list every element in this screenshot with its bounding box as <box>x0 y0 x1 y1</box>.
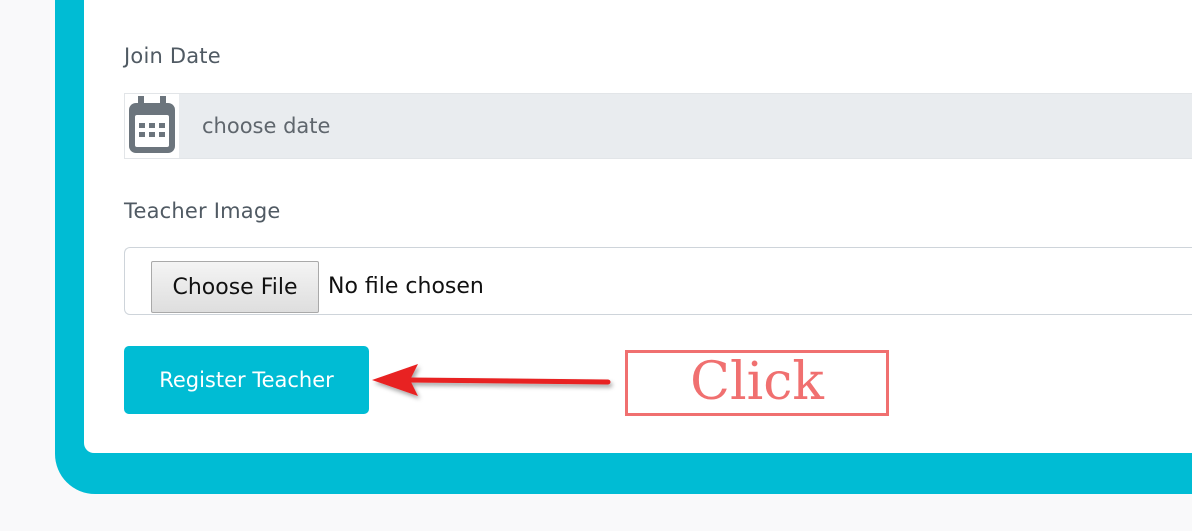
annotation-arrow-icon <box>372 364 611 396</box>
join-date-label: Join Date <box>124 44 221 68</box>
join-date-group <box>124 93 1192 159</box>
join-date-input[interactable] <box>180 94 1192 158</box>
teacher-image-file-input[interactable]: Choose File No file chosen <box>124 247 1192 315</box>
teacher-image-label: Teacher Image <box>124 199 281 223</box>
calendar-icon <box>129 96 175 153</box>
register-teacher-button[interactable]: Register Teacher <box>124 346 369 414</box>
date-addon[interactable] <box>125 94 179 158</box>
click-callout: Click <box>625 350 889 416</box>
choose-file-button[interactable]: Choose File <box>151 261 319 313</box>
file-status-text: No file chosen <box>328 274 484 299</box>
